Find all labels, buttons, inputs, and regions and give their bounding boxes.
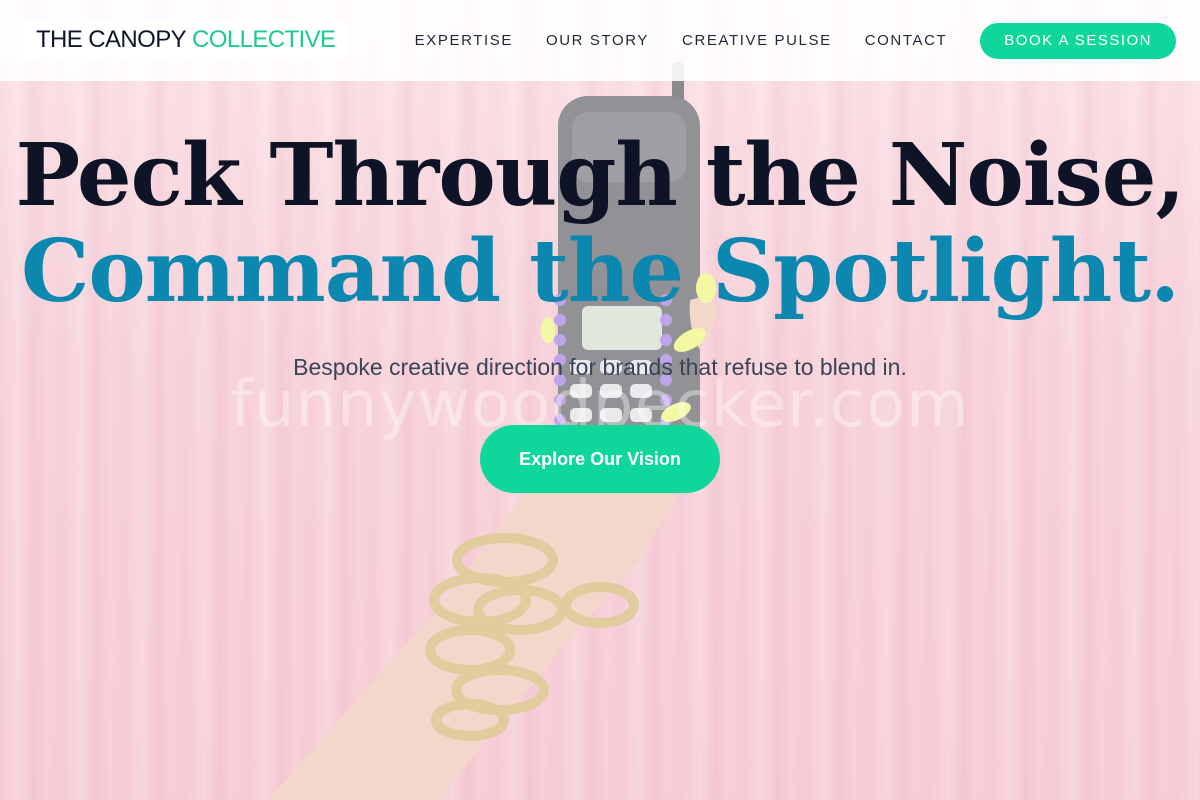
nav-link-our-story[interactable]: OUR STORY (546, 32, 649, 49)
site-header: THE CANOPY COLLECTIVE EXPERTISE OUR STOR… (0, 0, 1200, 81)
nav-link-expertise[interactable]: EXPERTISE (415, 32, 513, 49)
hero-subheading: Bespoke creative direction for brands th… (293, 354, 907, 380)
nav-link-contact[interactable]: CONTACT (865, 32, 948, 49)
page: funnywoodpecker.com THE CANOPY COLLECTIV… (0, 0, 1200, 800)
hero-headline: Peck Through the Noise, Command the Spot… (0, 128, 1200, 320)
brand-name-primary: THE CANOPY (36, 25, 187, 53)
hero-content: Peck Through the Noise, Command the Spot… (0, 128, 1200, 493)
explore-vision-button[interactable]: Explore Our Vision (480, 425, 720, 493)
brand-name-accent: COLLECTIVE (192, 25, 336, 53)
headline-line-1: Peck Through the Noise, (15, 125, 1186, 226)
nav-link-creative-pulse[interactable]: CREATIVE PULSE (682, 32, 832, 49)
book-session-button[interactable]: BOOK A SESSION (980, 22, 1176, 59)
main-nav: EXPERTISE OUR STORY CREATIVE PULSE CONTA… (415, 0, 1200, 81)
brand-logo[interactable]: THE CANOPY COLLECTIVE (24, 21, 348, 58)
headline-line-2: Command the Spotlight. (20, 221, 1180, 322)
